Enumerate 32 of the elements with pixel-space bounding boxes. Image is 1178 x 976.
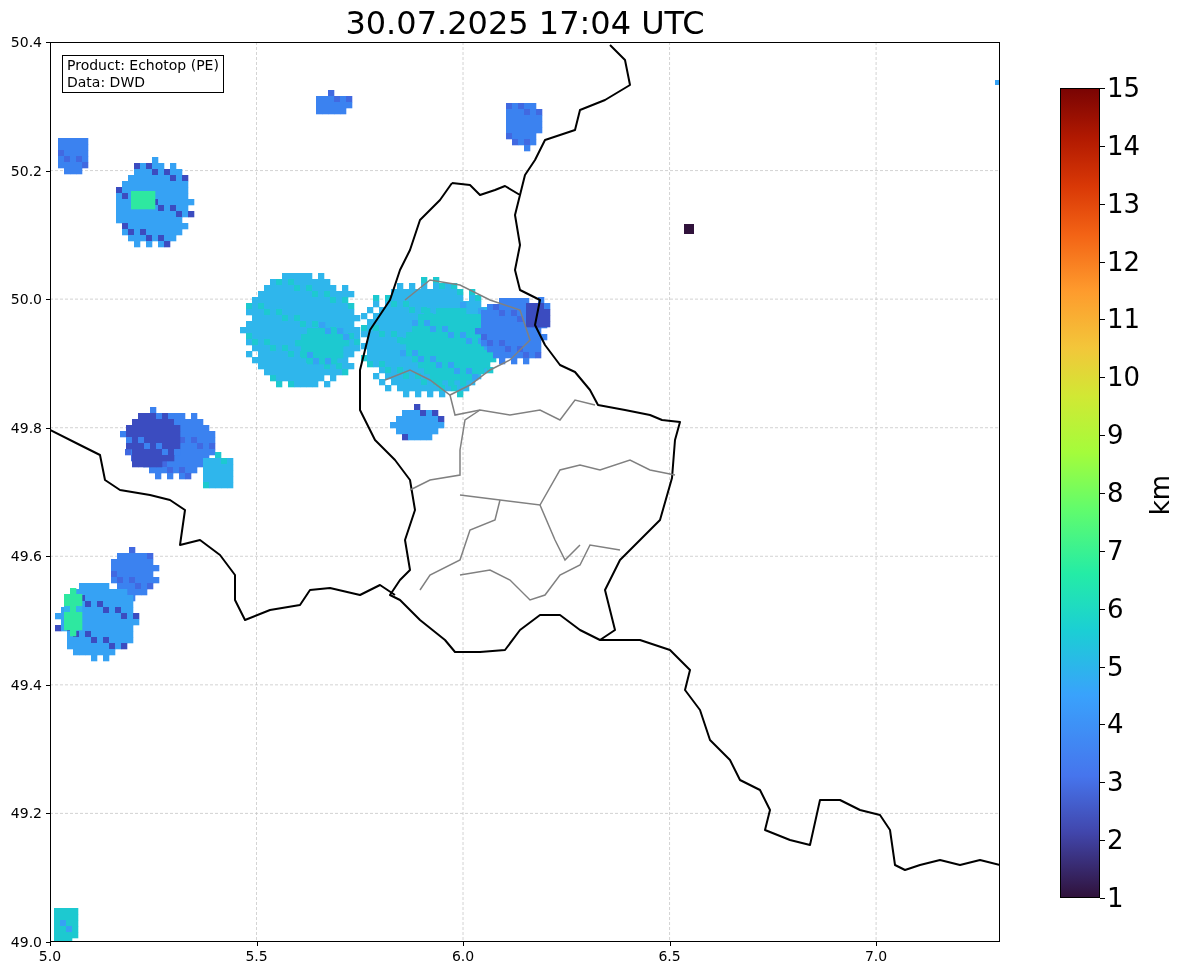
chart-title: 30.07.2025 17:04 UTC (344, 4, 706, 42)
colorbar-tick-label: 12 (1107, 246, 1141, 277)
colorbar-label: km (1145, 474, 1176, 516)
axis-tick-label: 5.0 (37, 948, 63, 964)
axis-tick-label: 6.5 (657, 948, 682, 964)
colorbar-tick-label: 15 (1107, 73, 1141, 103)
axis-tick-label: 7.0 (863, 948, 889, 964)
colorbar-tick-label: 1 (1107, 883, 1124, 913)
info-text: Product: Echotop (PE) (67, 57, 219, 74)
colorbar-tick-label: 2 (1107, 825, 1124, 856)
colorbar-tick-label: 13 (1107, 188, 1141, 219)
axis-tick-label: 49.8 (9, 419, 42, 436)
axis-tick-label: 49.6 (9, 548, 42, 565)
axis-tick-label: 50.0 (9, 291, 42, 308)
axis-tick-label: 5.5 (244, 948, 269, 964)
axis-tick-label: 49.4 (9, 676, 42, 693)
colorbar-tick-label: 14 (1107, 130, 1141, 161)
colorbar-tick-label: 11 (1107, 304, 1141, 335)
colorbar-tick-label: 9 (1107, 420, 1124, 451)
colorbar-tick-label: 6 (1107, 593, 1124, 624)
axis-tick-label: 50.4 (9, 34, 42, 50)
axis-tick-label: 49.2 (9, 805, 42, 822)
colorbar-tick-label: 8 (1107, 478, 1124, 508)
colorbar-tick-label: 7 (1107, 535, 1124, 566)
colorbar-tick-label: 10 (1107, 362, 1141, 393)
axis-tick-label: 6.0 (450, 948, 476, 964)
colorbar-tick-label: 5 (1107, 651, 1124, 682)
axis-tick-label: 49.0 (9, 934, 42, 950)
axis-tick-label: 50.2 (9, 162, 42, 179)
info-text: Data: DWD (67, 74, 146, 91)
colorbar-tick-label: 3 (1107, 767, 1124, 798)
colorbar-tick-label: 4 (1107, 709, 1124, 740)
